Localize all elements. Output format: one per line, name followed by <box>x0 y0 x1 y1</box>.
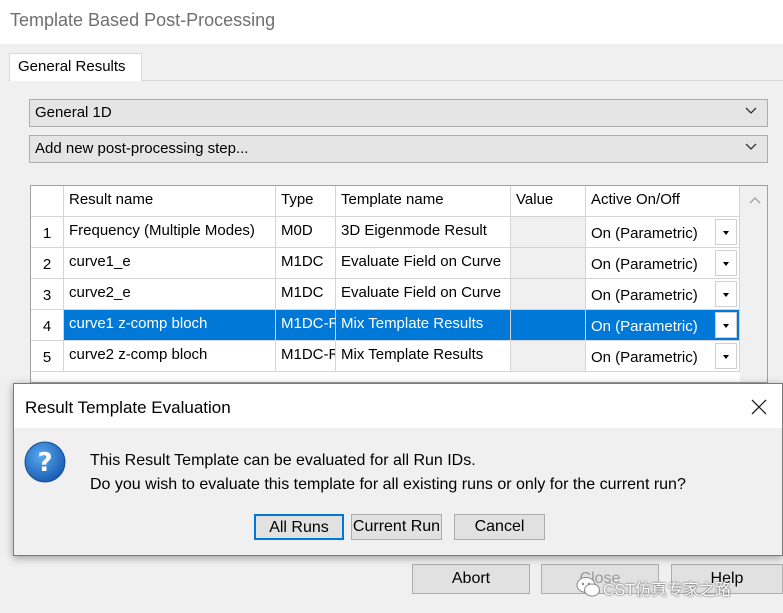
caret-down-icon <box>723 231 729 235</box>
cell-type[interactable]: M1DC <box>276 279 336 310</box>
cell-type[interactable]: M1DC-R <box>276 310 336 341</box>
cell-active-select[interactable]: On (Parametric) <box>586 217 740 248</box>
question-icon: ? <box>24 441 66 483</box>
cell-type[interactable]: M0D <box>276 217 336 248</box>
cell-value <box>511 341 586 372</box>
all-runs-button[interactable]: All Runs <box>254 514 344 540</box>
dialog-message-line1: This Result Template can be evaluated fo… <box>90 452 476 469</box>
dropdown-button[interactable] <box>715 250 737 276</box>
cell-template-name[interactable]: Evaluate Field on Curve <box>336 248 511 279</box>
cell-result-name[interactable]: Frequency (Multiple Modes) <box>64 217 276 248</box>
chevron-down-icon <box>745 107 757 114</box>
cell-active-value: On (Parametric) <box>591 287 698 304</box>
current-run-button[interactable]: Current Run <box>351 514 442 540</box>
tab-general-results[interactable]: General Results <box>9 53 142 82</box>
cell-value <box>511 217 586 248</box>
cell-active-select[interactable]: On (Parametric) <box>586 248 740 279</box>
dialog-title-bar: Result Template Evaluation <box>14 384 782 428</box>
row-number[interactable]: 5 <box>31 341 64 372</box>
column-header-active[interactable]: Active On/Off <box>586 186 740 217</box>
chevron-up-icon[interactable] <box>749 196 761 204</box>
wechat-logo-icon <box>576 577 600 597</box>
dropdown-button[interactable] <box>715 219 737 245</box>
column-header-result-name[interactable]: Result name <box>64 186 276 217</box>
cell-active-value: On (Parametric) <box>591 349 698 366</box>
window-title: Template Based Post-Processing <box>10 10 276 30</box>
cell-result-name[interactable]: curve2 z-comp bloch <box>64 341 276 372</box>
cell-template-name[interactable]: Mix Template Results <box>336 310 511 341</box>
watermark: CST仿真专家之路 <box>575 574 775 602</box>
svg-text:?: ? <box>37 448 52 478</box>
caret-down-icon <box>723 324 729 328</box>
column-header-value[interactable]: Value <box>511 186 586 217</box>
window-title-bar: Template Based Post-Processing <box>0 0 783 44</box>
cell-template-name[interactable]: Mix Template Results <box>336 341 511 372</box>
cell-value <box>511 279 586 310</box>
caret-down-icon <box>723 262 729 266</box>
row-number[interactable]: 1 <box>31 217 64 248</box>
cell-template-name[interactable]: 3D Eigenmode Result <box>336 217 511 248</box>
dialog-title: Result Template Evaluation <box>25 398 231 417</box>
caret-down-icon <box>723 293 729 297</box>
cell-active-select[interactable]: On (Parametric) <box>586 279 740 310</box>
cell-active-value: On (Parametric) <box>591 225 698 242</box>
cell-result-name[interactable]: curve1 z-comp bloch <box>64 310 276 341</box>
close-icon[interactable] <box>749 397 769 417</box>
cell-template-name[interactable]: Evaluate Field on Curve <box>336 279 511 310</box>
results-grid: Result name Type Template name Value Act… <box>30 185 768 383</box>
cell-result-name[interactable]: curve2_e <box>64 279 276 310</box>
result-template-evaluation-dialog: Result Template Evaluation ? This Result… <box>13 383 783 556</box>
add-step-select[interactable]: Add new post-processing step... <box>29 135 768 163</box>
add-step-value: Add new post-processing step... <box>35 140 249 157</box>
cell-value <box>511 310 586 341</box>
cell-value <box>511 248 586 279</box>
grid-corner <box>31 186 64 217</box>
abort-button[interactable]: Abort <box>412 564 530 594</box>
cell-type[interactable]: M1DC <box>276 248 336 279</box>
cell-result-name[interactable]: curve1_e <box>64 248 276 279</box>
row-number[interactable]: 4 <box>31 310 64 341</box>
cell-active-select[interactable]: On (Parametric) <box>586 310 740 341</box>
dropdown-button[interactable] <box>715 312 737 338</box>
cell-active-select[interactable]: On (Parametric) <box>586 341 740 372</box>
column-header-type[interactable]: Type <box>276 186 336 217</box>
template-type-value: General 1D <box>35 104 112 121</box>
cancel-button[interactable]: Cancel <box>454 514 545 540</box>
column-header-template-name[interactable]: Template name <box>336 186 511 217</box>
watermark-text: CST仿真专家之路 <box>603 582 732 599</box>
row-number[interactable]: 2 <box>31 248 64 279</box>
grid-scrollbar[interactable] <box>740 186 767 382</box>
cell-type[interactable]: M1DC-R <box>276 341 336 372</box>
dropdown-button[interactable] <box>715 281 737 307</box>
cell-active-value: On (Parametric) <box>591 256 698 273</box>
dropdown-button[interactable] <box>715 343 737 369</box>
dialog-body: ? This Result Template can be evaluated … <box>14 428 782 555</box>
caret-down-icon <box>723 355 729 359</box>
row-number[interactable]: 3 <box>31 279 64 310</box>
chevron-down-icon <box>745 143 757 150</box>
cell-active-value: On (Parametric) <box>591 318 698 335</box>
template-type-select[interactable]: General 1D <box>29 99 768 127</box>
dialog-message-line2: Do you wish to evaluate this template fo… <box>90 476 686 493</box>
